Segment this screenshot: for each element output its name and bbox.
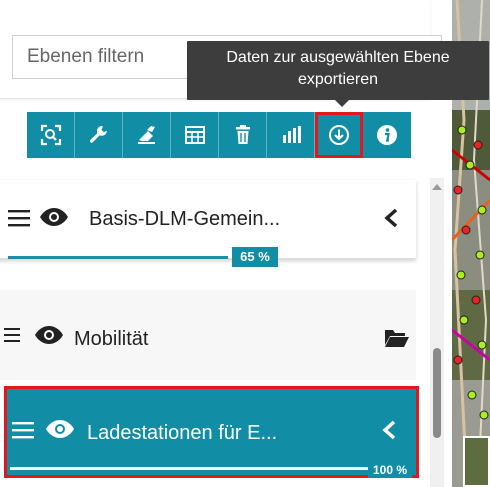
folder-open-icon[interactable] [384,328,410,348]
basemap-switcher-thumbnail[interactable] [463,436,490,487]
layer-title: Ladestationen für E... [87,422,278,444]
layer-toolbar [27,112,411,158]
drag-handle-icon[interactable] [12,421,34,439]
visibility-eye-icon[interactable] [39,208,69,226]
collapse-chevron-icon[interactable] [383,208,399,228]
layer-title: Mobilität [74,328,149,350]
tooltip-line-2: exportieren [297,71,379,88]
layer-progress-label: 65 % [232,247,278,267]
scrollbar-thumb[interactable] [433,348,441,438]
trash-icon [235,125,250,144]
bar-chart-icon [282,126,301,143]
layer-progress-bar [10,467,370,470]
collapse-chevron-icon[interactable] [381,420,397,440]
tooltip-line-1: Daten zur ausgewählten Ebene [226,49,450,66]
wrench-icon [89,125,107,143]
clear-selection-button[interactable] [123,112,171,158]
statistics-button[interactable] [267,112,315,158]
zoom-to-layer-button[interactable] [27,112,75,158]
export-layer-data-button[interactable] [315,112,363,158]
layer-list-scrollbar[interactable] [430,178,444,487]
visibility-eye-icon[interactable] [34,326,64,344]
export-tooltip: Daten zur ausgewählten Ebene exportieren [187,41,489,107]
scroll-up-arrow-icon[interactable] [432,184,442,190]
layer-item-basis-dlm[interactable]: Basis-DLM-Gemein... 65 % [0,180,416,267]
table-icon [184,126,205,144]
remove-layer-button[interactable] [219,112,267,158]
layer-item-mobilitaet[interactable]: Mobilität [0,290,416,380]
attribute-table-button[interactable] [171,112,219,158]
zoom-to-extent-icon [40,124,61,146]
drag-handle-icon[interactable] [4,327,20,343]
layer-info-button[interactable] [363,112,411,158]
layer-title: Basis-DLM-Gemein... [89,208,281,230]
layer-item-ladestationen[interactable]: Ladestationen für E... 100 % [4,386,419,478]
download-circle-icon [328,125,349,145]
layer-settings-button[interactable] [75,112,123,158]
drag-handle-icon[interactable] [8,209,30,227]
visibility-eye-icon[interactable] [45,420,75,438]
layer-progress-label: 100 % [368,462,412,478]
info-icon [377,125,397,145]
layer-progress-bar [8,256,228,259]
eraser-icon [137,126,155,144]
